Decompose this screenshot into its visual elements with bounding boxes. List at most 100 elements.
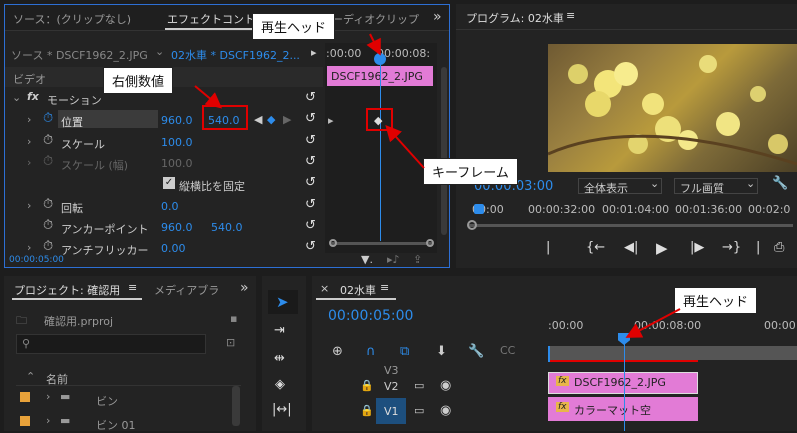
next-keyframe-icon[interactable]: ▶ <box>283 113 291 126</box>
source-dropdown-icon[interactable]: ⌄ <box>155 45 164 58</box>
nest-icon[interactable]: ⊕ <box>332 344 343 359</box>
effect-h-scrollbar[interactable] <box>330 242 432 245</box>
track-label-v3[interactable]: V3 <box>384 364 399 377</box>
play-clip-icon[interactable]: ▸ <box>311 46 317 59</box>
sequence-clip-label[interactable]: 02水車 * DSCF1962_2... <box>171 47 300 63</box>
play-audio-icon[interactable]: ▸♪ <box>387 253 400 266</box>
lock-icon-v2[interactable]: 🔒 <box>360 379 374 392</box>
step-forward-icon[interactable]: |▶ <box>690 240 704 255</box>
effect-v-scrollbar[interactable] <box>441 67 447 235</box>
scale-value[interactable]: 100.0 <box>161 136 193 149</box>
step-back-icon[interactable]: ◀| <box>624 240 638 255</box>
program-title[interactable]: プログラム: 02水車 <box>466 10 564 26</box>
add-marker-icon[interactable]: ⬇ <box>436 344 447 359</box>
scale-reset-icon[interactable]: ↺ <box>305 133 316 148</box>
uniform-reset-icon[interactable]: ↺ <box>305 175 316 190</box>
tab-source[interactable]: ソース：(クリップなし) <box>13 11 131 27</box>
scale-width-expand-icon[interactable]: › <box>27 156 31 169</box>
scale-width-reset-icon[interactable]: ↺ <box>305 154 316 169</box>
ripple-tool-icon[interactable]: ⇹ <box>274 351 285 366</box>
mark-out-icon[interactable]: | <box>756 240 760 255</box>
rotation-expand-icon[interactable]: › <box>27 199 31 212</box>
razor-tool-icon[interactable]: ◈ <box>275 377 285 392</box>
effect-scroll-left[interactable] <box>329 239 337 247</box>
source-clip-label[interactable]: ソース * DSCF1962_2.JPG <box>11 47 148 63</box>
flicker-reset-icon[interactable]: ↺ <box>305 239 316 254</box>
tab-effect-controls[interactable]: エフェクトコント <box>167 11 255 27</box>
more-tabs-icon[interactable]: » <box>433 9 442 25</box>
export-frame-icon[interactable]: ⎙ <box>774 240 784 255</box>
eye-icon-v2[interactable]: ◉ <box>440 378 451 393</box>
timeline-title[interactable]: 02水車 <box>340 282 376 298</box>
position-expand-icon[interactable]: › <box>27 113 31 126</box>
uniform-scale-checkbox[interactable]: ✓ <box>163 177 175 189</box>
goto-in-icon[interactable]: {← <box>586 240 605 255</box>
track-select-tool-icon[interactable]: ⇥ <box>274 323 285 338</box>
project-scrollbar[interactable] <box>232 386 240 426</box>
scale-stopwatch-icon[interactable]: ⏱ <box>43 133 53 148</box>
motion-expand-icon[interactable]: ⌄ <box>12 91 21 104</box>
sort-chevron-icon[interactable]: ⌃ <box>26 370 35 383</box>
add-keyframe-icon[interactable]: ◆ <box>267 113 275 126</box>
linked-selection-icon[interactable]: ⧉ <box>400 344 409 359</box>
track-label-v1[interactable]: V1 <box>384 405 399 418</box>
export-icon[interactable]: ⇪ <box>413 253 422 266</box>
new-bin-corner-icon[interactable]: ▪ <box>230 312 237 325</box>
program-scroll-track[interactable] <box>468 224 793 227</box>
wrench-icon[interactable]: 🔧 <box>772 176 788 191</box>
anchor-y-value[interactable]: 540.0 <box>211 221 243 234</box>
search-options-icon[interactable]: ⊡ <box>226 336 235 349</box>
motion-reset-icon[interactable]: ↺ <box>305 90 316 105</box>
captions-icon[interactable]: CC <box>500 344 515 357</box>
anchor-reset-icon[interactable]: ↺ <box>305 218 316 233</box>
timeline-menu-icon[interactable]: ≡ <box>380 281 389 294</box>
effect-timecode[interactable]: 00:00:05:00 <box>9 255 64 265</box>
sync-icon-v1[interactable]: ▭ <box>414 404 424 417</box>
play-icon[interactable]: ▶ <box>656 239 668 257</box>
timeline-close-icon[interactable]: × <box>320 282 329 295</box>
scale-expand-icon[interactable]: › <box>27 135 31 148</box>
timeline-wrench-icon[interactable]: 🔧 <box>468 344 484 359</box>
snap-icon[interactable]: ∩ <box>366 344 376 359</box>
selection-tool-icon[interactable]: ➤ <box>276 293 289 311</box>
lock-icon-v1[interactable]: 🔒 <box>360 404 374 417</box>
tab-media-browser[interactable]: メディアブラ <box>154 282 219 298</box>
slip-tool-icon[interactable]: |↔| <box>272 402 292 417</box>
program-menu-icon[interactable]: ≡ <box>566 9 575 22</box>
filter-icon[interactable]: ▼. <box>361 253 373 266</box>
sync-icon-v2[interactable]: ▭ <box>414 379 424 392</box>
rotation-reset-icon[interactable]: ↺ <box>305 197 316 212</box>
position-reset-icon[interactable]: ↺ <box>305 111 316 126</box>
tab-project[interactable]: プロジェクト: 確認用 <box>14 282 120 298</box>
flicker-stopwatch-icon[interactable]: ⏱ <box>43 239 53 254</box>
timeline-timecode[interactable]: 00:00:05:00 <box>328 308 413 324</box>
position-stopwatch-icon[interactable]: ⏱ <box>43 111 53 126</box>
program-playhead[interactable] <box>474 204 484 214</box>
tab-audio-clip[interactable]: オーディオクリップ <box>321 11 419 27</box>
project-menu-icon[interactable]: ≡ <box>128 281 137 294</box>
eye-icon-v1[interactable]: ◉ <box>440 403 451 418</box>
program-scroll-handle[interactable] <box>467 220 477 230</box>
bin-expand-icon[interactable]: › <box>46 390 50 403</box>
rotation-stopwatch-icon[interactable]: ⏱ <box>43 197 53 212</box>
rotation-value[interactable]: 0.0 <box>161 200 179 213</box>
prev-keyframe-icon[interactable]: ◀ <box>254 113 262 126</box>
project-more-icon[interactable]: » <box>240 280 249 296</box>
mark-in-icon[interactable]: | <box>546 240 550 255</box>
program-video-frame[interactable] <box>548 44 797 172</box>
work-area-bar[interactable] <box>548 346 797 360</box>
effect-scroll-right[interactable] <box>426 239 434 247</box>
anchor-x-value[interactable]: 960.0 <box>161 221 193 234</box>
position-x-value[interactable]: 960.0 <box>161 114 193 127</box>
goto-out-icon[interactable]: →} <box>722 240 741 255</box>
fx-icon[interactable]: fx <box>27 90 39 103</box>
track-label-v2[interactable]: V2 <box>384 380 399 393</box>
bin-item-1[interactable]: ビン <box>96 393 118 409</box>
effect-playhead-handle[interactable] <box>374 53 386 65</box>
flicker-value[interactable]: 0.00 <box>161 242 186 255</box>
project-search-input[interactable] <box>16 334 206 354</box>
timeline-playhead-handle[interactable] <box>618 333 630 345</box>
anchor-stopwatch-icon[interactable]: ⏱ <box>43 218 53 233</box>
flicker-expand-icon[interactable]: › <box>27 241 31 254</box>
bin-expand-icon-2[interactable]: › <box>46 414 50 427</box>
